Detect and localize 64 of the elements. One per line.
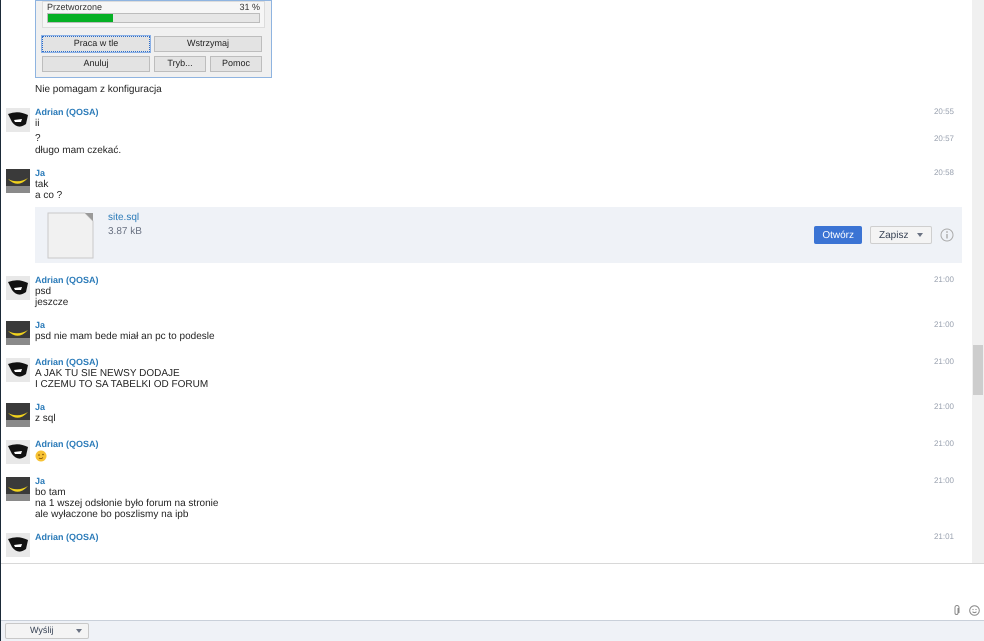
- message-time: 20:58: [934, 167, 954, 179]
- progress-label: Przetworzone: [47, 2, 102, 12]
- caret-icon: [917, 233, 923, 237]
- sender-name: Ja: [35, 401, 46, 413]
- file-size: 3.87 kB: [108, 225, 142, 239]
- message-time: 21:01: [934, 531, 954, 543]
- smiley-icon[interactable]: [969, 605, 980, 616]
- message-text: długo mam czekać.: [35, 145, 122, 156]
- avatar-image: [6, 321, 30, 345]
- message-time: 20:55: [934, 106, 954, 118]
- message-text: ii: [35, 118, 40, 129]
- dialog-button[interactable]: Wstrzymaj: [154, 36, 262, 52]
- avatar-image: [6, 440, 30, 464]
- message-text: z sql: [35, 413, 56, 424]
- sender-name: Adrian (QOSA): [35, 106, 99, 118]
- file-name-link[interactable]: site.sql: [108, 211, 142, 225]
- save-dropdown-button[interactable]: Zapisz: [870, 226, 932, 244]
- avatar-image: [6, 276, 30, 300]
- message-text: A JAK TU SIE NEWSY DODAJE: [35, 368, 180, 379]
- message-time: 21:00: [934, 319, 954, 331]
- sender-name: Ja: [35, 167, 46, 179]
- caret-icon: [76, 629, 82, 633]
- file-icon: [47, 212, 94, 258]
- message-text: ?: [35, 133, 41, 145]
- avatar-image: [6, 108, 30, 132]
- sender-name: Ja: [35, 475, 46, 487]
- sender-name: Adrian (QOSA): [35, 356, 99, 368]
- smiley-emoji-icon: [35, 450, 47, 462]
- message-time: 21:00: [934, 356, 954, 368]
- message-text: jeszcze: [35, 297, 68, 308]
- message-time: 21:00: [934, 274, 954, 286]
- message-text: I CZEMU TO SA TABELKI OD FORUM: [35, 379, 208, 390]
- scrollbar-thumb[interactable]: [973, 345, 983, 395]
- message-time: 21:00: [934, 475, 954, 487]
- info-icon[interactable]: [940, 228, 954, 242]
- message-time: 20:57: [934, 133, 954, 145]
- sender-name: Adrian (QOSA): [35, 438, 99, 450]
- avatar-image: [6, 358, 30, 382]
- sender-name: Adrian (QOSA): [35, 274, 99, 286]
- progress-reading: 31 %: [239, 2, 260, 12]
- avatar-image: [6, 477, 30, 501]
- dialog-button[interactable]: Anuluj: [42, 56, 150, 72]
- avatar-image: [6, 169, 30, 193]
- message-text: na 1 wszej odsłonie było forum na stronie: [35, 498, 218, 509]
- scrollbar[interactable]: [972, 0, 984, 563]
- open-button[interactable]: Otwórz: [814, 226, 862, 244]
- paperclip-icon[interactable]: [953, 605, 961, 616]
- avatar-image: [6, 533, 30, 557]
- dialog-button[interactable]: Praca w tle: [42, 36, 150, 52]
- avatar-image: [6, 403, 30, 427]
- send-dropdown-button[interactable]: Wyślij: [5, 623, 89, 639]
- message-text: Nie pomagam z konfiguracja: [35, 84, 163, 95]
- dialog-button[interactable]: Tryb...: [154, 56, 206, 72]
- message-text: psd nie mam bede miał an pc to podesle: [35, 331, 215, 342]
- message-text: a co ?: [35, 190, 62, 201]
- dialog-button[interactable]: Pomoc: [210, 56, 262, 72]
- message-text: tak: [35, 179, 48, 190]
- message-text: bo tam: [35, 487, 66, 498]
- sender-name: Adrian (QOSA): [35, 531, 99, 543]
- message-text: psd: [35, 286, 52, 297]
- sender-name: Ja: [35, 319, 46, 331]
- message-text: ale wyłaczone bo poszlismy na ipb: [35, 509, 188, 520]
- message-time: 21:00: [934, 438, 954, 450]
- message-time: 21:00: [934, 401, 954, 413]
